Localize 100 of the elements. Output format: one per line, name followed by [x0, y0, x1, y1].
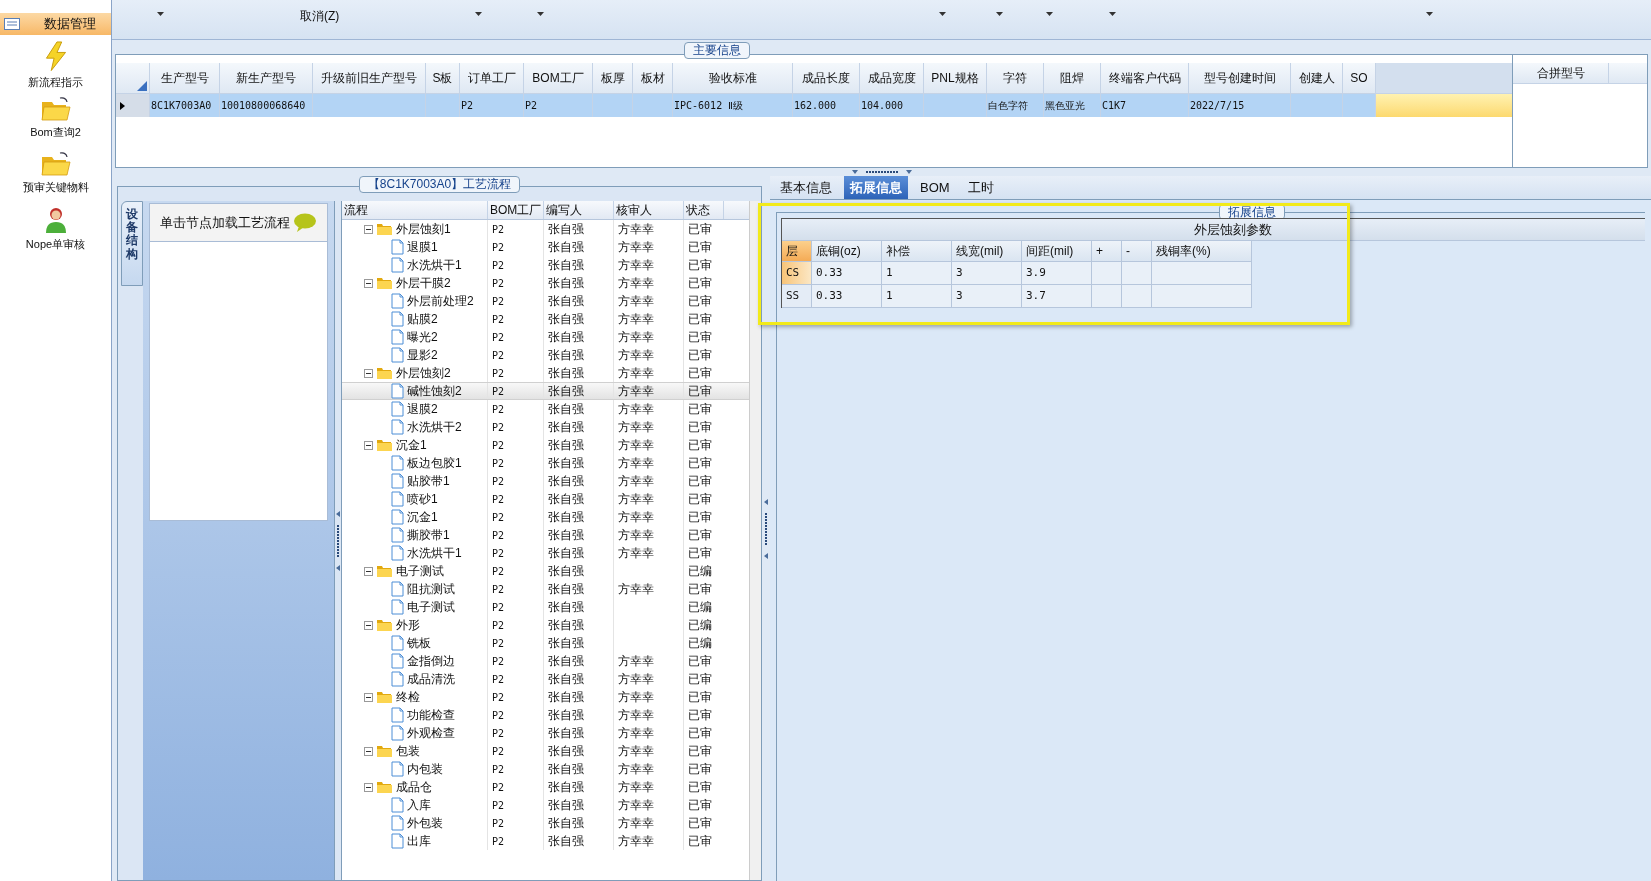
nav-item[interactable]: 预审关键物料: [0, 151, 111, 200]
tree-row[interactable]: 撕胶带1 P2 张自强 方幸幸 已审: [342, 526, 749, 544]
tree-row[interactable]: 包装 P2 张自强 方幸幸 已审: [342, 742, 749, 760]
column-header[interactable]: 型号创建时间: [1189, 63, 1291, 94]
column-header[interactable]: 底铜(oz): [812, 241, 882, 262]
tree-row[interactable]: 退膜2 P2 张自强 方幸幸 已审: [342, 400, 749, 418]
column-header[interactable]: 板材: [633, 63, 673, 94]
tree-row[interactable]: 铣板 P2 张自强 已编: [342, 634, 749, 652]
side-tab[interactable]: 设备结构: [121, 201, 143, 286]
tree-row[interactable]: 碱性蚀刻2 P2 张自强 方幸幸 已审: [342, 382, 749, 400]
splitter-grip-icon[interactable]: [763, 498, 769, 559]
collapse-icon[interactable]: [364, 368, 373, 378]
tree-row[interactable]: 外包装 P2 张自强 方幸幸 已审: [342, 814, 749, 832]
column-header[interactable]: -: [1122, 241, 1152, 262]
column-header[interactable]: 残铜率(%): [1152, 241, 1252, 262]
tree-row[interactable]: 贴膜2 P2 张自强 方幸幸 已审: [342, 310, 749, 328]
collapse-icon[interactable]: [364, 566, 373, 576]
nav-item[interactable]: Bom查询2: [0, 96, 111, 145]
column-header[interactable]: 创建人: [1291, 63, 1343, 94]
column-header[interactable]: 验收标准: [673, 63, 793, 94]
nav-header[interactable]: 数据管理: [0, 13, 111, 35]
tree-row[interactable]: 曝光2 P2 张自强 方幸幸 已审: [342, 328, 749, 346]
column-header[interactable]: 新生产型号: [220, 63, 313, 94]
dropdown-caret-icon[interactable]: [537, 12, 545, 16]
tree-row[interactable]: 水洗烘干2 P2 张自强 方幸幸 已审: [342, 418, 749, 436]
tree-row[interactable]: 水洗烘干1 P2 张自强 方幸幸 已审: [342, 256, 749, 274]
tree-row[interactable]: 喷砂1 P2 张自强 方幸幸 已审: [342, 490, 749, 508]
scrollbar[interactable]: [749, 201, 761, 880]
tree-row[interactable]: 电子测试 P2 张自强 已编: [342, 598, 749, 616]
collapse-icon[interactable]: [364, 782, 373, 792]
nav-item[interactable]: Nope单审核: [0, 206, 111, 255]
tree-row[interactable]: 功能检查 P2 张自强 方幸幸 已审: [342, 706, 749, 724]
collapse-icon[interactable]: [364, 440, 373, 450]
tree-row[interactable]: 成品仓 P2 张自强 方幸幸 已审: [342, 778, 749, 796]
column-header[interactable]: PNL规格: [924, 63, 987, 94]
column-header[interactable]: BOM工厂: [488, 201, 544, 219]
tab[interactable]: BOM: [914, 176, 956, 199]
column-header[interactable]: +: [1092, 241, 1122, 262]
dropdown-caret-icon[interactable]: [157, 12, 164, 16]
splitter-grip-icon[interactable]: [335, 510, 341, 571]
column-header[interactable]: 流程: [342, 201, 488, 219]
column-header[interactable]: 终端客户代码: [1101, 63, 1189, 94]
tree-row[interactable]: 沉金1 P2 张自强 方幸幸 已审: [342, 508, 749, 526]
tree-row[interactable]: 显影2 P2 张自强 方幸幸 已审: [342, 346, 749, 364]
column-header[interactable]: 阻焊: [1044, 63, 1101, 94]
tree-row[interactable]: 外层蚀刻1 P2 张自强 方幸幸 已审: [342, 220, 749, 238]
column-header[interactable]: 升级前旧生产型号: [313, 63, 426, 94]
tree-row[interactable]: 外形 P2 张自强 已编: [342, 616, 749, 634]
tree-row[interactable]: 板边包胶1 P2 张自强 方幸幸 已审: [342, 454, 749, 472]
collapse-icon[interactable]: [364, 620, 373, 630]
dropdown-caret-icon[interactable]: [475, 12, 483, 16]
column-header[interactable]: 合拼型号: [1513, 63, 1609, 84]
tree-row[interactable]: 外层前处理2 P2 张自强 方幸幸 已审: [342, 292, 749, 310]
tree-row[interactable]: 贴胶带1 P2 张自强 方幸幸 已审: [342, 472, 749, 490]
tree-row[interactable]: 出库 P2 张自强 方幸幸 已审: [342, 832, 749, 850]
column-header[interactable]: 订单工厂: [460, 63, 524, 94]
column-header[interactable]: S板: [426, 63, 460, 94]
collapse-icon[interactable]: [364, 224, 373, 234]
column-header[interactable]: 间距(mil): [1022, 241, 1092, 262]
tree-row[interactable]: 阻抗测试 P2 张自强 方幸幸 已审: [342, 580, 749, 598]
tree-row[interactable]: 成品清洗 P2 张自强 方幸幸 已审: [342, 670, 749, 688]
tree-row[interactable]: 金指倒边 P2 张自强 方幸幸 已审: [342, 652, 749, 670]
column-header[interactable]: 生产型号: [150, 63, 220, 94]
dropdown-caret-icon[interactable]: [939, 12, 947, 16]
column-header[interactable]: 成品宽度: [860, 63, 924, 94]
row-header[interactable]: SS: [782, 285, 812, 308]
column-header[interactable]: 核审人: [614, 201, 684, 219]
dropdown-caret-icon[interactable]: [1426, 12, 1434, 16]
cancel-menu-item[interactable]: 取消(Z): [300, 7, 340, 25]
tree-row[interactable]: 外观检查 P2 张自强 方幸幸 已审: [342, 724, 749, 742]
collapse-icon[interactable]: [364, 692, 373, 702]
tree-row[interactable]: 水洗烘干1 P2 张自强 方幸幸 已审: [342, 544, 749, 562]
tab[interactable]: 基本信息: [774, 176, 838, 199]
dropdown-caret-icon[interactable]: [996, 12, 1004, 16]
grid-row[interactable]: 8C1K7003A0 10010800068640 P2 P2 IPC-6012 Ⅱ级 162.000 104.000 白色字符 黑色亚光 C1K7 2022/7/15: [116, 94, 1512, 117]
column-header[interactable]: 字符: [987, 63, 1044, 94]
tab[interactable]: 工时: [961, 176, 1000, 199]
tree-row[interactable]: 终检 P2 张自强 方幸幸 已审: [342, 688, 749, 706]
tree-row[interactable]: 内包装 P2 张自强 方幸幸 已审: [342, 760, 749, 778]
column-header[interactable]: 层: [782, 241, 812, 262]
nav-item[interactable]: 新流程指示: [0, 41, 111, 90]
splitter-grip-icon[interactable]: [851, 169, 912, 175]
collapse-icon[interactable]: [364, 278, 373, 288]
tab[interactable]: 拓展信息: [844, 176, 908, 199]
collapse-icon[interactable]: [364, 746, 373, 756]
column-header[interactable]: 板厚: [593, 63, 633, 94]
dropdown-caret-icon[interactable]: [1046, 12, 1054, 16]
row-header[interactable]: CS: [782, 262, 812, 285]
column-header[interactable]: 线宽(mil): [952, 241, 1022, 262]
tree-row[interactable]: 退膜1 P2 张自强 方幸幸 已审: [342, 238, 749, 256]
column-header[interactable]: SO: [1343, 63, 1376, 94]
tree-row[interactable]: 外层干膜2 P2 张自强 方幸幸 已审: [342, 274, 749, 292]
column-header[interactable]: 补偿: [882, 241, 952, 262]
tree-row[interactable]: 入库 P2 张自强 方幸幸 已审: [342, 796, 749, 814]
column-header[interactable]: 状态: [684, 201, 724, 219]
dropdown-caret-icon[interactable]: [1109, 12, 1117, 16]
column-header[interactable]: 成品长度: [793, 63, 860, 94]
column-header[interactable]: 编写人: [544, 201, 614, 219]
column-header[interactable]: BOM工厂: [524, 63, 593, 94]
tree-row[interactable]: 电子测试 P2 张自强 已编: [342, 562, 749, 580]
